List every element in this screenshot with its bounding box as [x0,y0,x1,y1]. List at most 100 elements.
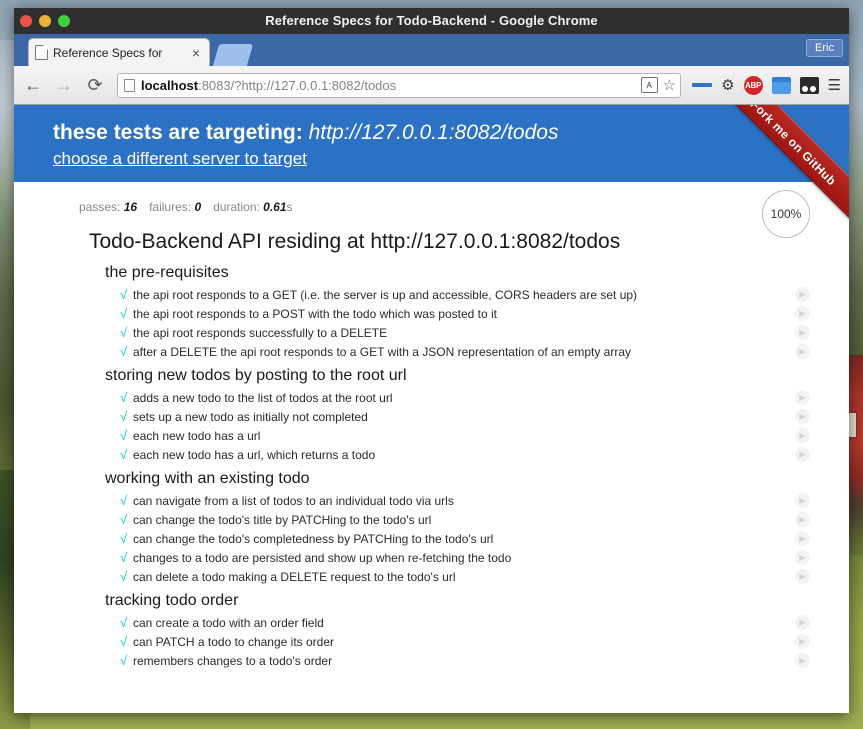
failures-label: failures: [149,200,192,214]
choose-server-link[interactable]: choose a different server to target [53,149,307,169]
panda-extension-icon[interactable] [799,76,819,94]
test-label: remembers changes to a todo's order [133,653,333,668]
reload-icon[interactable]: ⟳ [84,74,106,96]
replay-test-icon[interactable]: ▶ [795,447,810,462]
suite-title: Todo-Backend API residing at http://127.… [89,230,621,253]
test-label: adds a new todo to the list of todos at … [133,390,393,405]
replay-test-icon[interactable]: ▶ [795,390,810,405]
test-row[interactable]: √ remembers changes to a todo's order ▶ [14,651,849,670]
banner-target-url: http://127.0.0.1:8082/todos [308,121,559,144]
banner-lead-text: these tests are targeting: [53,121,303,144]
test-group-title: working with an existing todo [105,470,310,487]
test-label: changes to a todo are persisted and show… [133,550,512,565]
blue-extension-icon[interactable] [771,76,791,94]
gear-icon[interactable]: ⚙ [721,78,734,93]
chrome-menu-icon[interactable]: ☰ [828,78,841,93]
replay-test-icon[interactable]: ▶ [795,550,810,565]
page-info-icon[interactable] [124,78,135,92]
test-report: Todo-Backend API residing at http://127.… [14,214,849,670]
replay-test-icon[interactable]: ▶ [795,653,810,668]
test-row[interactable]: √ can delete a todo making a DELETE reque… [14,567,849,586]
user-profile-button[interactable]: Eric [806,39,843,57]
new-tab-button[interactable] [212,44,254,66]
replay-test-icon[interactable]: ▶ [795,409,810,424]
replay-test-icon[interactable]: ▶ [795,531,810,546]
passes-stat: passes: 16 [79,200,137,214]
replay-test-icon[interactable]: ▶ [795,634,810,649]
back-icon[interactable]: ← [22,74,44,96]
test-label: after a DELETE the api root responds to … [133,344,632,359]
pass-check-icon: √ [120,409,128,424]
replay-test-icon[interactable]: ▶ [795,615,810,630]
test-row[interactable]: √ adds a new todo to the list of todos at… [14,388,849,407]
test-label: each new todo has a url, which returns a… [133,447,376,462]
url-text: localhost:8083/?http://127.0.0.1:8082/to… [141,78,637,93]
pass-check-icon: √ [120,512,128,527]
test-label: can navigate from a list of todos to an … [133,493,454,508]
test-label: can change the todo's completedness by P… [133,531,494,546]
test-row[interactable]: √ each new todo has a url, which returns … [14,445,849,464]
test-row[interactable]: √ after a DELETE the api root responds to… [14,342,849,361]
close-tab-icon[interactable]: × [189,46,203,60]
test-row[interactable]: √ can change the todo's completedness by … [14,529,849,548]
test-row[interactable]: √ can create a todo with an order field ▶ [14,613,849,632]
page-viewport: these tests are targeting: http://127.0.… [14,105,849,713]
test-row[interactable]: √ the api root responds to a GET (i.e. th… [14,285,849,304]
adblock-plus-icon[interactable]: ABP [743,75,763,95]
window-controls [20,15,70,27]
test-label: the api root responds to a GET (i.e. the… [133,287,638,302]
duration-unit: s [286,200,293,214]
replay-test-icon[interactable]: ▶ [795,325,810,340]
test-row[interactable]: √ changes to a todo are persisted and sho… [14,548,849,567]
pass-check-icon: √ [120,447,128,462]
test-row[interactable]: √ the api root responds successfully to a… [14,323,849,342]
test-group-title: storing new todos by posting to the root… [105,367,407,384]
address-bar[interactable]: localhost:8083/?http://127.0.0.1:8082/to… [117,72,682,98]
test-row[interactable]: √ the api root responds to a POST with th… [14,304,849,323]
progress-percent-badge: 100% [762,190,810,238]
test-row[interactable]: √ can PATCH a todo to change its order ▶ [14,632,849,651]
downloads-indicator-icon[interactable] [692,83,713,87]
pass-check-icon: √ [120,569,128,584]
bookmark-star-icon[interactable]: ☆ [663,78,676,93]
replay-test-icon[interactable]: ▶ [795,569,810,584]
test-label: the api root responds successfully to a … [133,325,388,340]
minimize-window-button[interactable] [39,15,51,27]
window-titlebar: Reference Specs for Todo-Backend - Googl… [14,8,849,34]
test-row[interactable]: √ can navigate from a list of todos to an… [14,491,849,510]
pass-check-icon: √ [120,653,128,668]
test-label: sets up a new todo as initially not comp… [133,409,368,424]
pass-check-icon: √ [120,306,128,321]
replay-test-icon[interactable]: ▶ [795,512,810,527]
test-row[interactable]: √ each new todo has a url ▶ [14,426,849,445]
replay-test-icon[interactable]: ▶ [795,287,810,302]
tab-title: Reference Specs for [53,45,163,60]
test-label: can PATCH a todo to change its order [133,634,334,649]
test-label: can delete a todo making a DELETE reques… [133,569,456,584]
close-window-button[interactable] [20,15,32,27]
maximize-window-button[interactable] [58,15,70,27]
test-group-title: the pre-requisites [105,264,229,281]
test-label: can create a todo with an order field [133,615,324,630]
test-group-title: tracking todo order [105,592,239,609]
passes-value: 16 [123,200,138,214]
pass-check-icon: √ [120,287,128,302]
test-row[interactable]: √ sets up a new todo as initially not com… [14,407,849,426]
translate-icon[interactable]: A [640,77,658,93]
test-stats-bar: passes: 16 failures: 0 duration: 0.61s 100… [14,182,849,238]
replay-test-icon[interactable]: ▶ [795,428,810,443]
failures-stat: failures: 0 [149,200,201,214]
duration-value: 0.61 [263,200,287,214]
target-banner: these tests are targeting: http://127.0.… [14,105,849,182]
page-favicon-icon [35,45,48,60]
replay-test-icon[interactable]: ▶ [795,306,810,321]
browser-toolbar: ← → ⟳ localhost:8083/?http://127.0.0.1:8… [14,66,849,105]
duration-stat: duration: 0.61s [213,200,292,214]
tab-strip: Reference Specs for × Eric [14,34,849,66]
forward-icon[interactable]: → [53,74,75,96]
replay-test-icon[interactable]: ▶ [795,344,810,359]
browser-tab-active[interactable]: Reference Specs for × [28,38,210,66]
replay-test-icon[interactable]: ▶ [795,493,810,508]
test-row[interactable]: √ can change the todo's title by PATCHing… [14,510,849,529]
pass-check-icon: √ [120,428,128,443]
